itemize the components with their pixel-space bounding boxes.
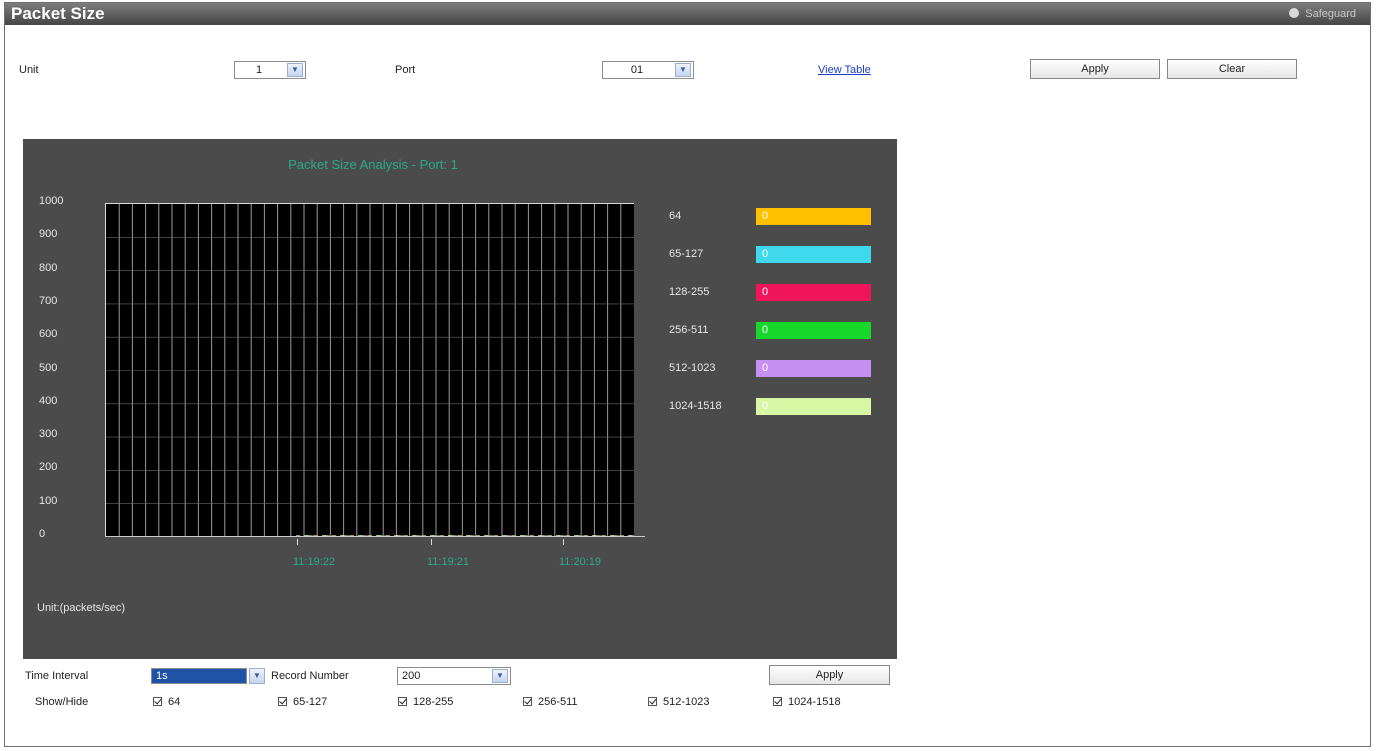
showhide-checkbox[interactable]: 64 bbox=[153, 696, 180, 708]
port-label: Port bbox=[395, 64, 416, 76]
y-axis-unit-label: Unit:(packets/sec) bbox=[37, 602, 126, 614]
checkbox-label: 64 bbox=[168, 696, 181, 708]
port-select[interactable]: 01 ▼ bbox=[602, 61, 694, 79]
x-tick-mark bbox=[297, 539, 298, 545]
x-axis bbox=[105, 536, 645, 537]
title-bar: Packet Size Safeguard bbox=[5, 3, 1370, 25]
chevron-down-icon[interactable]: ▼ bbox=[249, 668, 265, 684]
bottom-apply-button[interactable]: Apply bbox=[769, 665, 890, 685]
y-tick-label: 400 bbox=[39, 394, 58, 407]
checkbox-checked-icon[interactable] bbox=[773, 697, 782, 706]
bottom-controls: Time Interval 1s ▼ Record Number 200 ▼ A… bbox=[23, 659, 897, 736]
showhide-checkbox[interactable]: 256-511 bbox=[523, 696, 578, 708]
checkbox-label: 1024-1518 bbox=[788, 696, 841, 708]
legend-label: 1024-1518 bbox=[669, 400, 722, 412]
legend-label: 256-511 bbox=[669, 324, 709, 336]
chart-panel: Packet Size Analysis - Port: 1 1000 900 80… bbox=[23, 139, 897, 659]
y-tick-label: 500 bbox=[39, 361, 58, 374]
chart-title: Packet Size Analysis - Port: 1 bbox=[288, 157, 458, 172]
checkbox-label: 128-255 bbox=[413, 696, 454, 708]
legend-value-bar: 0 bbox=[756, 360, 871, 377]
clear-button[interactable]: Clear bbox=[1167, 59, 1297, 79]
record-number-select[interactable]: 200 ▼ bbox=[397, 667, 511, 685]
unit-label: Unit bbox=[19, 64, 39, 76]
legend-value-bar: 0 bbox=[756, 284, 871, 301]
y-tick-label: 300 bbox=[39, 428, 58, 441]
checkbox-checked-icon[interactable] bbox=[153, 697, 162, 706]
x-tick-mark bbox=[563, 539, 564, 545]
y-tick-label: 100 bbox=[39, 494, 58, 507]
checkbox-label: 65-127 bbox=[293, 696, 328, 708]
checkbox-checked-icon[interactable] bbox=[278, 697, 287, 706]
record-number-value: 200 bbox=[402, 670, 421, 682]
safeguard-label: Safeguard bbox=[1305, 8, 1356, 20]
checkbox-checked-icon[interactable] bbox=[648, 697, 657, 706]
plot-grid bbox=[106, 204, 634, 537]
legend-label: 64 bbox=[669, 210, 682, 222]
safeguard-icon bbox=[1289, 8, 1300, 18]
legend-label: 128-255 bbox=[669, 286, 710, 298]
legend-label: 512-1023 bbox=[669, 362, 716, 374]
unit-select[interactable]: 1 ▼ bbox=[234, 61, 306, 79]
time-interval-select[interactable]: 1s bbox=[151, 668, 247, 684]
port-value: 01 bbox=[630, 64, 644, 76]
safeguard-link[interactable]: Safeguard bbox=[1289, 3, 1356, 25]
y-tick-label: 1000 bbox=[39, 195, 64, 207]
unit-value: 1 bbox=[255, 64, 263, 76]
legend-value-bar: 0 bbox=[756, 398, 871, 415]
x-tick-mark bbox=[431, 539, 432, 545]
legend-label: 65-127 bbox=[669, 248, 704, 260]
showhide-checkbox[interactable]: 128-255 bbox=[398, 696, 453, 708]
time-interval-label: Time Interval bbox=[25, 670, 89, 682]
y-tick-label: 900 bbox=[39, 228, 58, 241]
legend-value-bar: 0 bbox=[756, 208, 871, 225]
y-tick-label: 800 bbox=[39, 261, 58, 274]
legend-value-bar: 0 bbox=[756, 322, 871, 339]
plot-area bbox=[105, 203, 634, 537]
showhide-checkbox[interactable]: 1024-1518 bbox=[773, 696, 841, 708]
showhide-checkbox[interactable]: 65-127 bbox=[278, 696, 327, 708]
legend-value-bar: 0 bbox=[756, 246, 871, 263]
checkbox-label: 512-1023 bbox=[663, 696, 710, 708]
checkbox-checked-icon[interactable] bbox=[398, 697, 407, 706]
y-tick-label: 200 bbox=[39, 461, 58, 474]
page-title: Packet Size bbox=[11, 4, 105, 23]
apply-button[interactable]: Apply bbox=[1030, 59, 1160, 79]
record-number-label: Record Number bbox=[271, 670, 349, 682]
showhide-checkbox[interactable]: 512-1023 bbox=[648, 696, 710, 708]
x-tick-label: 11:20:19 bbox=[559, 556, 602, 568]
checkbox-checked-icon[interactable] bbox=[523, 697, 532, 706]
chevron-down-icon[interactable]: ▼ bbox=[675, 63, 691, 77]
y-tick-label: 700 bbox=[39, 294, 58, 307]
checkbox-label: 256-511 bbox=[538, 696, 578, 708]
y-tick-label: 600 bbox=[39, 328, 58, 341]
showhide-label: Show/Hide bbox=[35, 696, 89, 708]
view-table-link[interactable]: View Table bbox=[818, 64, 871, 76]
chevron-down-icon[interactable]: ▼ bbox=[287, 63, 303, 77]
chevron-down-icon[interactable]: ▼ bbox=[492, 669, 508, 683]
x-tick-label: 11:19:22 bbox=[293, 556, 336, 568]
y-tick-label: 0 bbox=[39, 528, 46, 540]
packet-size-window: Packet Size Safeguard Unit 1 ▼ Port 01 ▼… bbox=[4, 2, 1371, 747]
x-tick-label: 11:19:21 bbox=[427, 556, 470, 568]
